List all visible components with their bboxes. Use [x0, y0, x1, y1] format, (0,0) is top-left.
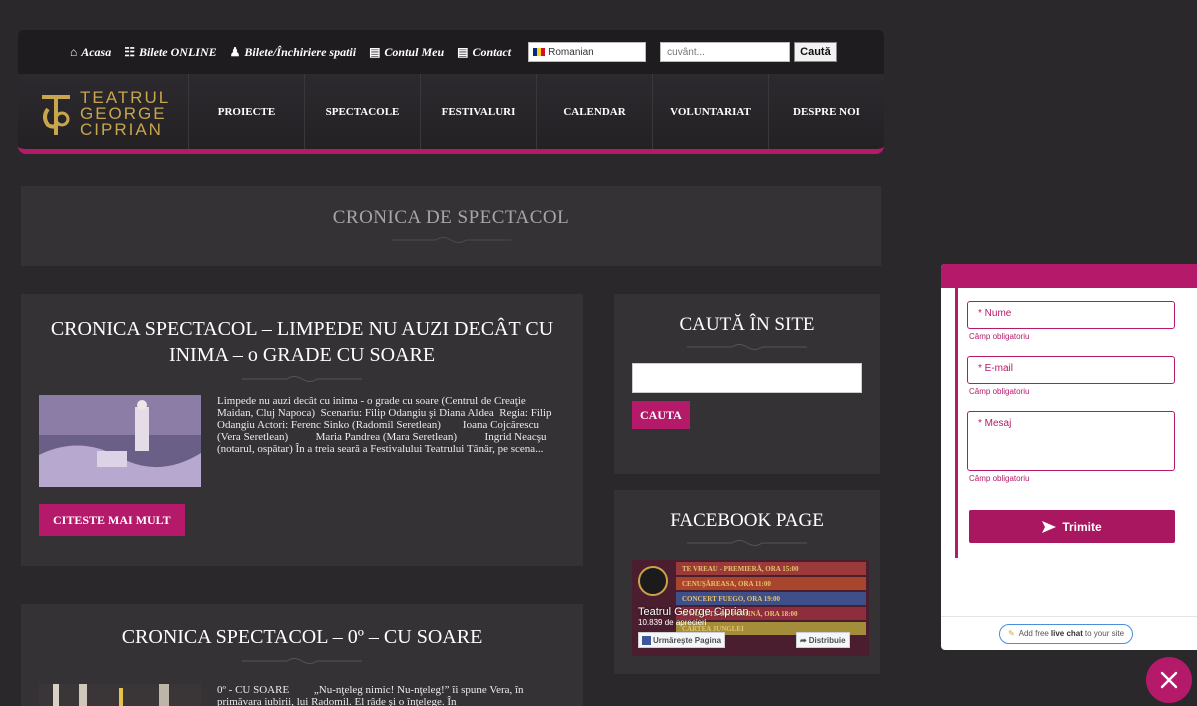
chat-send-button[interactable]: Trimite: [969, 510, 1175, 543]
ornament-divider-icon: [687, 540, 807, 546]
chat-message-label: * Mesaj: [978, 418, 1012, 429]
logo-emblem-icon: [42, 95, 70, 135]
site-search-button[interactable]: CAUTA: [632, 401, 690, 429]
read-more-button[interactable]: CITESTE MAI MULT: [39, 504, 185, 536]
nav-link-label: Contact: [472, 44, 512, 59]
nav-item-spectacole[interactable]: SPECTACOLE: [304, 74, 420, 149]
poster-row: CENUŞĂREASA, ORA 11:00: [676, 577, 866, 590]
required-hint: Câmp obligatoriu: [969, 387, 1030, 396]
nav-item-proiecte[interactable]: PROIECTE: [188, 74, 304, 149]
sidebar-facebook-widget: FACEBOOK PAGE TE VREAU - PREMIERĂ, ORA 1…: [614, 490, 880, 674]
post-thumbnail[interactable]: [39, 684, 201, 706]
promo-text-post: to your site: [1084, 629, 1125, 638]
nav-link-contact[interactable]: ▤ Contact: [457, 45, 511, 60]
nav-item-festivaluri[interactable]: FESTIVALURI: [420, 74, 536, 149]
poster-row: TE VREAU - PREMIERĂ, ORA 15:00: [676, 562, 866, 575]
page-title: CRONICA DE SPECTACOL: [332, 207, 570, 228]
promo-text-pre: Add free: [1018, 629, 1049, 638]
nav-link-acasa[interactable]: ⌂ Acasa: [70, 45, 111, 60]
romania-flag-icon: [533, 48, 546, 56]
ornament-divider-icon: [391, 237, 511, 243]
facebook-share-label: Distribuie: [808, 635, 846, 645]
nav-link-label: Contul Meu: [384, 44, 445, 59]
facebook-avatar: [638, 566, 668, 596]
post-card: CRONICA SPECTACOL – 0º – CU SOARE 0º - C…: [21, 604, 583, 706]
facebook-followers: 10.839 de aprecieri: [638, 618, 707, 627]
language-select[interactable]: Romanian: [528, 42, 647, 62]
chat-pen-icon: ✎: [1007, 629, 1015, 638]
poster-row: CONCERT FUEGO, ORA 19:00: [676, 592, 866, 605]
facebook-follow-label: Urmăreşte Pagina: [653, 635, 722, 645]
required-hint: Câmp obligatoriu: [969, 332, 1030, 341]
nav-item-voluntariat[interactable]: VOLUNTARIAT: [652, 74, 768, 149]
users-icon: ♟: [229, 44, 241, 59]
promo-text-bold: live chat: [1050, 629, 1083, 638]
top-utility-bar: ⌂ Acasa ☷ Bilete ONLINE ♟ Bilete/Închiri…: [18, 30, 884, 74]
close-icon: [1160, 671, 1178, 689]
chat-send-label: Trimite: [1062, 519, 1102, 534]
facebook-share-button[interactable]: ➦ Distribuie: [796, 632, 850, 648]
logo-line-3: CIPRIAN: [80, 120, 163, 139]
facebook-follow-button[interactable]: Urmăreşte Pagina: [638, 632, 726, 648]
post-title[interactable]: CRONICA SPECTACOL – 0º – CU SOARE: [39, 624, 565, 650]
nav-link-bilete-online[interactable]: ☷ Bilete ONLINE: [124, 45, 216, 60]
chat-footer: ✎ Add free live chat to your site: [941, 616, 1197, 650]
ornament-divider-icon: [242, 376, 362, 382]
document-icon: ▤: [369, 44, 381, 59]
widget-title: FACEBOOK PAGE: [670, 510, 824, 531]
language-label: Romanian: [548, 46, 594, 58]
sidebar-search-widget: CAUTĂ ÎN SITE CAUTA: [614, 294, 880, 474]
chat-name-field[interactable]: * Nume: [967, 301, 1175, 329]
send-icon: [1042, 520, 1057, 533]
search-button[interactable]: Caută: [794, 42, 837, 62]
post-card: CRONICA SPECTACOL – LIMPEDE NU AUZI DECÂ…: [21, 294, 583, 566]
post-excerpt: 0º - CU SOARE „Nu-nţeleg nimic! Nu-nţele…: [217, 684, 527, 706]
page-title-band: CRONICA DE SPECTACOL: [21, 186, 881, 266]
theatre-logo[interactable]: TEATRUL GEORGE CIPRIAN: [18, 74, 188, 154]
facebook-page-name[interactable]: Teatrul George Ciprian: [638, 606, 749, 618]
home-icon: ⌂: [70, 44, 78, 59]
live-chat-promo-link[interactable]: ✎ Add free live chat to your site: [998, 623, 1134, 644]
document-icon: ▤: [457, 44, 469, 59]
chat-header[interactable]: [941, 264, 1197, 288]
ornament-divider-icon: [242, 658, 362, 664]
live-chat-widget: * Nume Câmp obligatoriu * E-mail Câmp ob…: [941, 264, 1197, 650]
site-search-input[interactable]: [632, 363, 862, 393]
nav-item-despre-noi[interactable]: DESPRE NOI: [768, 74, 884, 149]
post-thumbnail[interactable]: [39, 395, 201, 487]
chat-close-button[interactable]: [1146, 657, 1192, 703]
share-icon: ➦: [800, 635, 807, 645]
chat-message-field[interactable]: * Mesaj: [967, 411, 1175, 471]
post-excerpt: Limpede nu auzi decât cu inima - o grade…: [217, 395, 555, 455]
nav-item-calendar[interactable]: CALENDAR: [536, 74, 652, 149]
chat-email-field[interactable]: * E-mail: [967, 356, 1175, 384]
nav-link-contul-meu[interactable]: ▤ Contul Meu: [369, 45, 444, 60]
facebook-page-embed[interactable]: TE VREAU - PREMIERĂ, ORA 15:00 CENUŞĂREA…: [632, 560, 869, 656]
ornament-divider-icon: [687, 344, 807, 350]
nav-link-label: Bilete ONLINE: [138, 44, 217, 59]
search-input[interactable]: [660, 42, 791, 62]
cart-icon: ☷: [124, 44, 135, 59]
post-title[interactable]: CRONICA SPECTACOL – LIMPEDE NU AUZI DECÂ…: [39, 316, 565, 368]
widget-title: CAUTĂ ÎN SITE: [679, 314, 815, 335]
nav-link-bilete-inchiriere[interactable]: ♟ Bilete/Închiriere spatii: [230, 45, 356, 60]
main-navigation: TEATRUL GEORGE CIPRIAN PROIECTE SPECTACO…: [18, 74, 884, 154]
nav-link-label: Acasa: [81, 44, 112, 59]
nav-link-label: Bilete/Închiriere spatii: [244, 44, 357, 59]
required-hint: Câmp obligatoriu: [969, 474, 1030, 483]
chat-email-label: * E-mail: [978, 363, 1014, 374]
facebook-icon: [642, 635, 651, 645]
chat-name-label: * Nume: [978, 308, 1012, 319]
